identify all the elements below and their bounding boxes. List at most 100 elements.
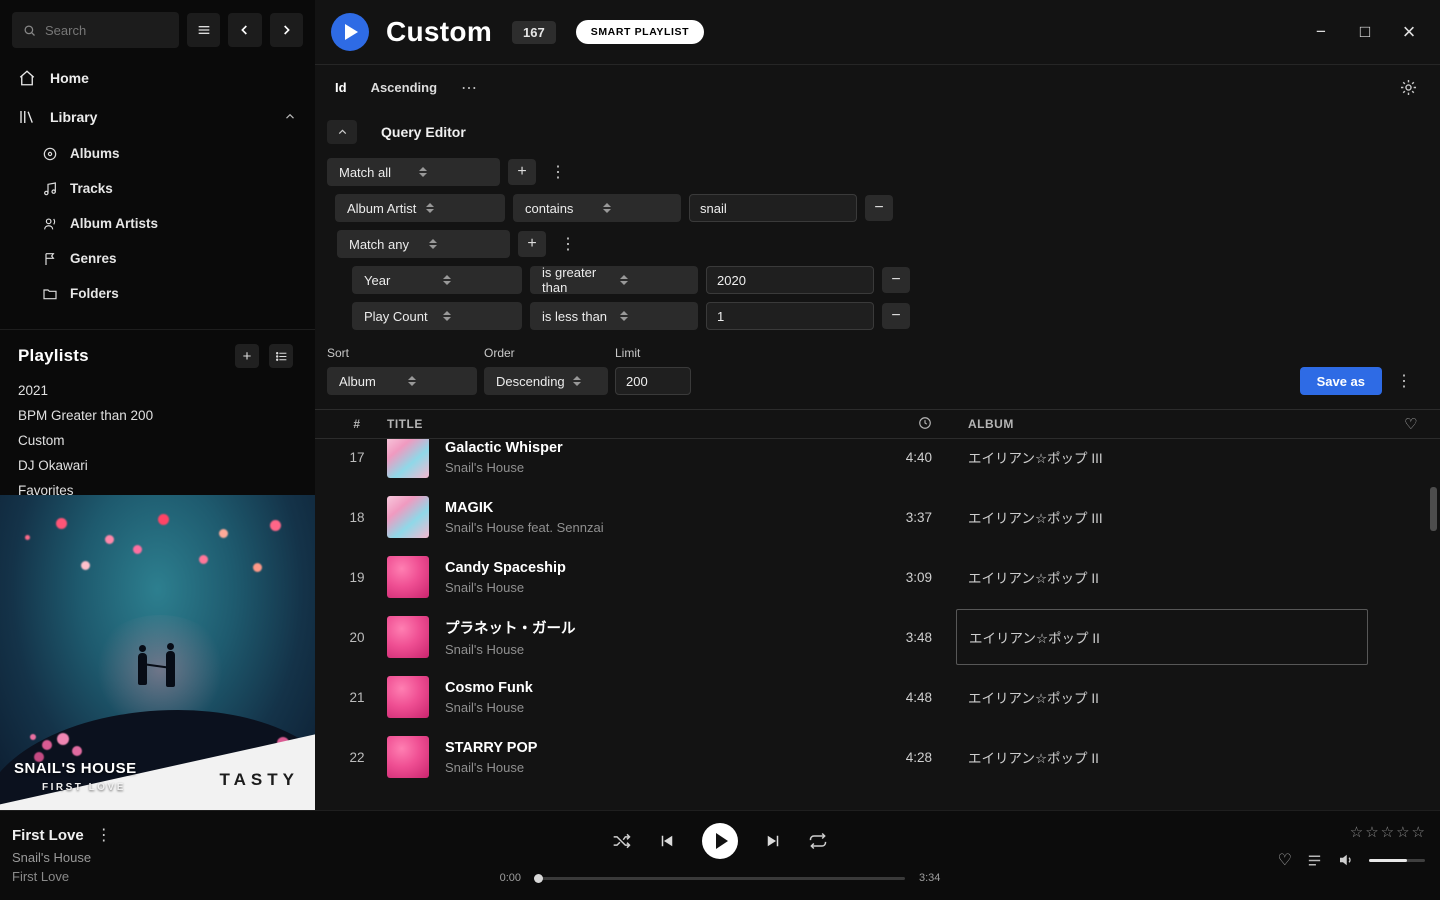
column-number[interactable]: # <box>327 417 387 431</box>
star-icon[interactable]: ☆ <box>1412 823 1425 841</box>
favorite-button[interactable]: ♡ <box>1278 850 1292 870</box>
star-icon[interactable]: ☆ <box>1396 823 1409 841</box>
queue-button[interactable] <box>1306 852 1323 869</box>
sidebar-item-tracks[interactable]: Tracks <box>0 171 315 206</box>
playlist-item[interactable]: 2021 <box>0 378 315 403</box>
next-track-button[interactable] <box>764 832 782 850</box>
sidebar-item-home[interactable]: Home <box>0 58 315 97</box>
rule-operator-select[interactable]: is less than <box>530 302 698 330</box>
track-artist[interactable]: Snail's House <box>445 642 576 657</box>
track-album[interactable]: エイリアン☆ポップ II <box>968 549 1368 605</box>
sort-select[interactable]: Album <box>327 367 477 395</box>
track-title[interactable]: Candy Spaceship <box>445 560 566 576</box>
table-row[interactable]: 19 Candy Spaceship Snail's House 3:09 エイ… <box>315 547 1440 607</box>
column-duration[interactable] <box>862 416 932 433</box>
repeat-button[interactable] <box>808 831 828 851</box>
track-thumbnail[interactable] <box>387 496 429 538</box>
column-album[interactable]: ALBUM <box>968 417 1368 431</box>
remove-rule-button[interactable]: − <box>882 267 910 293</box>
track-thumbnail[interactable] <box>387 556 429 598</box>
add-playlist-button[interactable]: + <box>235 344 259 368</box>
sidebar-item-library[interactable]: Library <box>0 97 315 136</box>
table-row[interactable]: 22 STARRY POP Snail's House 4:28 エイリアン☆ポ… <box>315 727 1440 787</box>
order-select[interactable]: Descending <box>484 367 608 395</box>
rule-menu-button[interactable]: ⋮ <box>544 162 572 182</box>
track-artist[interactable]: Snail's House <box>445 700 533 715</box>
settings-button[interactable] <box>1399 78 1418 97</box>
rule-operator-select[interactable]: contains <box>513 194 681 222</box>
collapse-query-editor-button[interactable] <box>327 120 357 144</box>
track-title[interactable]: Cosmo Funk <box>445 680 533 696</box>
volume-button[interactable] <box>1337 851 1355 869</box>
track-artist[interactable]: Snail's House <box>445 760 537 775</box>
scrollbar-thumb[interactable] <box>1430 487 1437 531</box>
now-playing-artist[interactable]: Snail's House <box>12 850 112 865</box>
match-type-select[interactable]: Match all <box>327 158 500 186</box>
playlist-play-button[interactable] <box>331 13 369 51</box>
column-favorite[interactable]: ♡ <box>1368 415 1418 433</box>
now-playing-title[interactable]: First Love <box>12 827 84 844</box>
group-menu-button[interactable]: ⋮ <box>554 234 582 254</box>
play-pause-button[interactable] <box>702 823 738 859</box>
group-match-type-select[interactable]: Match any <box>337 230 510 258</box>
table-row[interactable]: 21 Cosmo Funk Snail's House 4:48 エイリアン☆ポ… <box>315 667 1440 727</box>
playlist-item[interactable]: Custom <box>0 428 315 453</box>
chevron-up-icon[interactable] <box>283 110 297 124</box>
sort-order-button[interactable]: Ascending <box>371 80 437 95</box>
star-icon[interactable]: ☆ <box>1381 823 1394 841</box>
search-input[interactable] <box>45 23 169 38</box>
add-group-rule-button[interactable]: + <box>518 231 546 257</box>
playlist-item[interactable]: BPM Greater than 200 <box>0 403 315 428</box>
table-row[interactable]: 17 Galactic Whisper Snail's House 4:40 エ… <box>315 439 1440 487</box>
track-album[interactable]: エイリアン☆ポップ II <box>956 609 1368 665</box>
track-title[interactable]: Galactic Whisper <box>445 440 563 456</box>
window-maximize-button[interactable]: □ <box>1350 17 1380 47</box>
track-album[interactable]: エイリアン☆ポップ III <box>968 489 1368 545</box>
sidebar-item-albums[interactable]: Albums <box>0 136 315 171</box>
now-playing-menu-button[interactable]: ⋮ <box>96 825 112 845</box>
track-album[interactable]: エイリアン☆ポップ II <box>968 729 1368 785</box>
nav-back-button[interactable] <box>228 13 261 47</box>
previous-track-button[interactable] <box>658 832 676 850</box>
now-playing-artwork[interactable]: SNAIL'S HOUSE FIRST LOVE TASTY <box>0 495 315 810</box>
track-artist[interactable]: Snail's House <box>445 580 566 595</box>
rule-field-select[interactable]: Album Artist <box>335 194 505 222</box>
sort-field-button[interactable]: Id <box>335 80 347 95</box>
limit-input[interactable] <box>615 367 691 395</box>
nav-forward-button[interactable] <box>270 13 303 47</box>
remove-rule-button[interactable]: − <box>882 303 910 329</box>
window-minimize-button[interactable]: − <box>1306 17 1336 47</box>
volume-slider[interactable] <box>1369 859 1425 862</box>
column-title[interactable]: TITLE <box>387 417 862 431</box>
track-artist[interactable]: Snail's House <box>445 460 563 475</box>
rule-field-select[interactable]: Year <box>352 266 522 294</box>
remove-rule-button[interactable]: − <box>865 195 893 221</box>
rule-field-select[interactable]: Play Count <box>352 302 522 330</box>
save-as-button[interactable]: Save as <box>1300 367 1382 395</box>
track-thumbnail[interactable] <box>387 616 429 658</box>
track-title[interactable]: プラネット・ガール <box>445 617 576 638</box>
star-icon[interactable]: ☆ <box>1350 823 1363 841</box>
track-thumbnail[interactable] <box>387 736 429 778</box>
sidebar-item-folders[interactable]: Folders <box>0 276 315 311</box>
seek-bar[interactable] <box>535 877 905 880</box>
playlist-list-button[interactable] <box>269 344 293 368</box>
track-title[interactable]: MAGIK <box>445 500 604 516</box>
rule-value-input[interactable] <box>706 302 874 330</box>
track-thumbnail[interactable] <box>387 439 429 478</box>
search-box[interactable] <box>12 12 179 48</box>
playlist-item[interactable]: DJ Okawari <box>0 453 315 478</box>
seek-handle[interactable] <box>534 874 543 883</box>
rule-value-input[interactable] <box>689 194 857 222</box>
save-menu-button[interactable]: ⋮ <box>1390 371 1418 391</box>
window-close-button[interactable]: × <box>1394 17 1424 47</box>
star-icon[interactable]: ☆ <box>1365 823 1378 841</box>
more-options-button[interactable]: ⋯ <box>461 78 478 98</box>
track-album[interactable]: エイリアン☆ポップ II <box>968 669 1368 725</box>
rule-value-input[interactable] <box>706 266 874 294</box>
rule-operator-select[interactable]: is greater than <box>530 266 698 294</box>
shuffle-button[interactable] <box>612 831 632 851</box>
track-album[interactable]: エイリアン☆ポップ III <box>968 439 1368 485</box>
table-row[interactable]: 20 プラネット・ガール Snail's House 3:48 エイリアン☆ポッ… <box>315 607 1440 667</box>
track-thumbnail[interactable] <box>387 676 429 718</box>
